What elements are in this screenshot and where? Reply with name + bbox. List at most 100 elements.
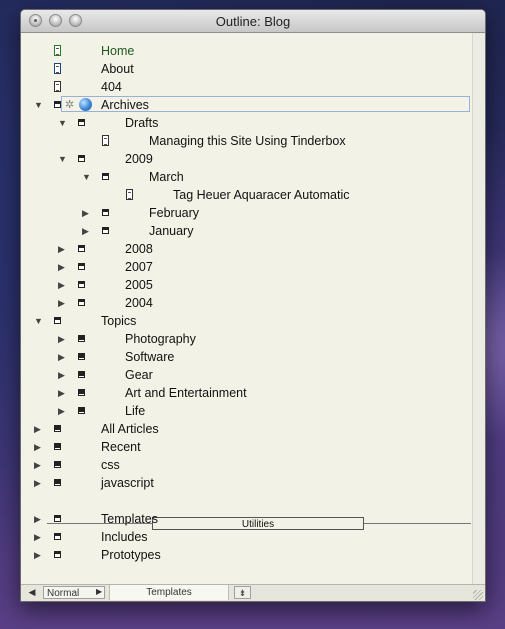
row-label: 2007 xyxy=(125,260,153,274)
triangle-right-icon[interactable]: ▶ xyxy=(34,456,41,474)
outline-row[interactable]: ▶ javascript xyxy=(21,474,473,492)
outline-row[interactable]: ▶ 2005 xyxy=(21,276,473,294)
row-label: Software xyxy=(125,350,175,364)
pin-icon[interactable]: ⇟ xyxy=(234,586,251,599)
outline-row[interactable]: ▶ 2007 xyxy=(21,258,473,276)
triangle-right-icon[interactable]: ▶ xyxy=(34,510,41,528)
container-icon xyxy=(78,155,85,162)
outline-row[interactable]: ▶ Templates xyxy=(21,510,473,528)
triangle-right-icon[interactable]: ▶ xyxy=(58,294,65,312)
row-label: 2008 xyxy=(125,242,153,256)
triangle-right-icon[interactable]: ▶ xyxy=(34,474,41,492)
triangle-right-icon[interactable]: ▶ xyxy=(58,402,65,420)
container-icon xyxy=(54,515,61,522)
row-label: Templates xyxy=(101,512,158,526)
outline-row[interactable]: ▶ 2004 xyxy=(21,294,473,312)
resize-grip-icon[interactable] xyxy=(473,590,483,600)
row-label: Photography xyxy=(125,332,196,346)
outline-row[interactable]: Home xyxy=(21,42,473,60)
outline-row[interactable]: ▶ Software xyxy=(21,348,473,366)
container-icon xyxy=(78,281,85,288)
outline-row-selected[interactable]: ▼ ✲ Archives xyxy=(21,96,473,114)
triangle-right-icon[interactable]: ▶ xyxy=(82,204,89,222)
gear-icon: ✲ xyxy=(65,99,75,111)
vertical-scrollbar[interactable] xyxy=(472,33,485,585)
status-bar: ◀ Normal ▶ Templates ⇟ xyxy=(21,584,485,601)
row-label: Recent xyxy=(101,440,141,454)
back-arrow-icon[interactable]: ◀ xyxy=(25,587,39,598)
row-label: January xyxy=(149,224,194,238)
triangle-right-icon[interactable]: ▶ xyxy=(58,258,65,276)
tab-templates[interactable]: Templates xyxy=(109,585,229,600)
triangle-down-icon[interactable]: ▼ xyxy=(58,114,67,132)
triangle-right-icon[interactable]: ▶ xyxy=(58,240,65,258)
outline-window: Outline: Blog Home About 404 ▼ ✲ Archive… xyxy=(20,9,486,602)
triangle-right-icon[interactable]: ▶ xyxy=(34,528,41,546)
outline-view[interactable]: Home About 404 ▼ ✲ Archives ▼ Drafts Man… xyxy=(21,33,473,585)
triangle-down-icon[interactable]: ▼ xyxy=(58,150,67,168)
outline-row[interactable]: ▶ January xyxy=(21,222,473,240)
row-label: All Articles xyxy=(101,422,159,436)
container-icon xyxy=(54,425,61,432)
triangle-right-icon[interactable]: ▶ xyxy=(82,222,89,240)
row-label: Tag Heuer Aquaracer Automatic xyxy=(173,188,350,202)
outline-row[interactable]: ▶ February xyxy=(21,204,473,222)
triangle-right-icon[interactable]: ▶ xyxy=(58,276,65,294)
triangle-down-icon[interactable]: ▼ xyxy=(34,96,43,114)
triangle-right-icon[interactable]: ▶ xyxy=(34,546,41,564)
triangle-right-icon[interactable]: ▶ xyxy=(34,438,41,456)
outline-row[interactable]: ▼ Topics xyxy=(21,312,473,330)
outline-row[interactable]: Managing this Site Using Tinderbox xyxy=(21,132,473,150)
row-label: 2009 xyxy=(125,152,153,166)
outline-row[interactable]: ▶ Recent xyxy=(21,438,473,456)
triangle-right-icon[interactable]: ▶ xyxy=(34,420,41,438)
container-icon xyxy=(54,461,61,468)
row-label: Managing this Site Using Tinderbox xyxy=(149,134,346,148)
outline-row[interactable]: ▼ 2009 xyxy=(21,150,473,168)
triangle-right-icon[interactable]: ▶ xyxy=(58,384,65,402)
outline-row[interactable]: ▼ March xyxy=(21,168,473,186)
container-icon xyxy=(54,443,61,450)
row-label: Includes xyxy=(101,530,148,544)
triangle-down-icon[interactable]: ▼ xyxy=(34,312,43,330)
note-icon xyxy=(54,45,61,56)
row-label: 2005 xyxy=(125,278,153,292)
outline-row[interactable]: ▶ Prototypes xyxy=(21,546,473,564)
row-label: Prototypes xyxy=(101,548,161,562)
container-icon xyxy=(54,317,61,324)
container-icon xyxy=(78,389,85,396)
container-icon xyxy=(54,479,61,486)
select-arrow-icon[interactable]: ▶ xyxy=(96,587,102,596)
row-label: Art and Entertainment xyxy=(125,386,247,400)
row-label: About xyxy=(101,62,134,76)
outline-row[interactable]: Tag Heuer Aquaracer Automatic xyxy=(21,186,473,204)
outline-row[interactable]: ▶ Gear xyxy=(21,366,473,384)
triangle-right-icon[interactable]: ▶ xyxy=(58,348,65,366)
row-label: Gear xyxy=(125,368,153,382)
container-icon xyxy=(102,227,109,234)
outline-row[interactable]: ▶ Art and Entertainment xyxy=(21,384,473,402)
window-title: Outline: Blog xyxy=(215,14,291,29)
container-icon xyxy=(78,119,85,126)
container-icon xyxy=(54,551,61,558)
outline-row[interactable]: 404 xyxy=(21,78,473,96)
note-icon xyxy=(126,189,133,200)
row-label: February xyxy=(149,206,200,220)
note-icon xyxy=(102,135,109,146)
title-bar[interactable]: Outline: Blog xyxy=(21,10,485,33)
outline-row[interactable]: ▶ All Articles xyxy=(21,420,473,438)
outline-row[interactable]: ▼ Drafts xyxy=(21,114,473,132)
outline-row[interactable]: ▶ Photography xyxy=(21,330,473,348)
triangle-right-icon[interactable]: ▶ xyxy=(58,366,65,384)
outline-row[interactable]: ▶ css xyxy=(21,456,473,474)
row-label: javascript xyxy=(101,476,154,490)
row-label: Archives xyxy=(101,98,149,112)
triangle-down-icon[interactable]: ▼ xyxy=(82,168,91,186)
outline-row[interactable]: About xyxy=(21,60,473,78)
note-icon xyxy=(54,81,61,92)
outline-row[interactable]: ▶ 2008 xyxy=(21,240,473,258)
outline-row[interactable]: ▶ Life xyxy=(21,402,473,420)
triangle-right-icon[interactable]: ▶ xyxy=(58,330,65,348)
outline-row[interactable]: ▶ Includes xyxy=(21,528,473,546)
note-icon xyxy=(54,63,61,74)
